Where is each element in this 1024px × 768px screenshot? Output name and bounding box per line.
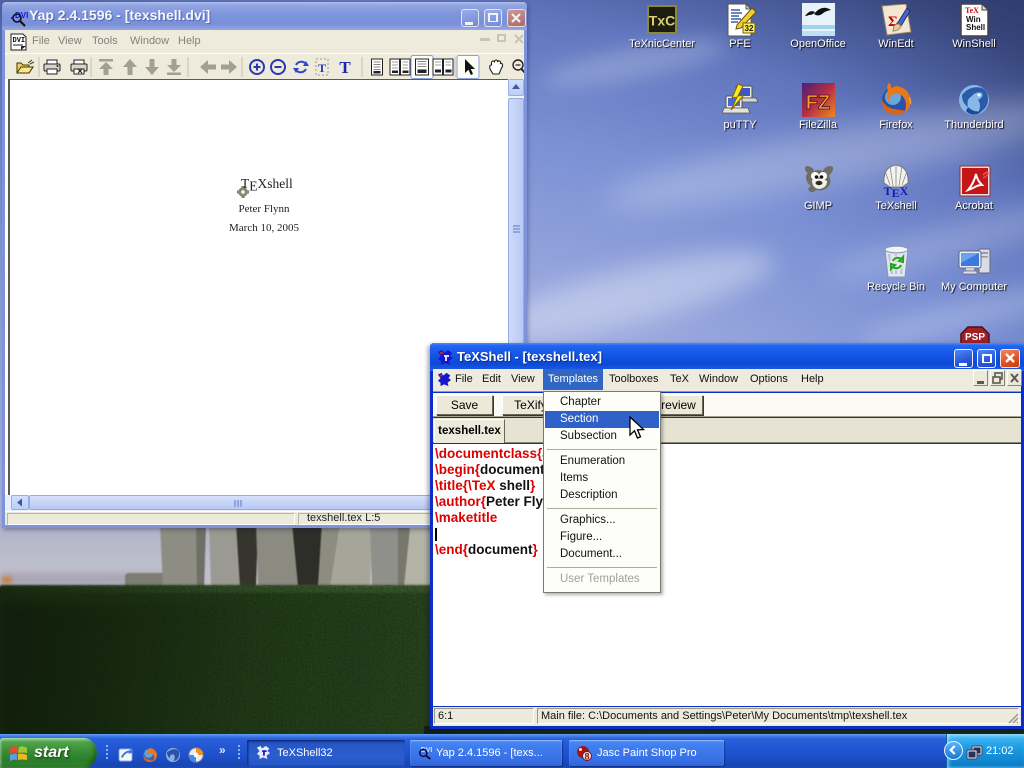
svg-text:32: 32 [745, 24, 754, 33]
svg-text:FZ: FZ [806, 92, 830, 114]
svg-text:Shell: Shell [966, 23, 985, 32]
svg-text:T: T [318, 61, 326, 75]
svg-text:T: T [339, 58, 351, 77]
svg-text:8: 8 [584, 752, 589, 762]
svg-text:TeX: TeX [965, 6, 979, 15]
svg-text:TEX: TEX [884, 184, 909, 199]
svg-text:DVI: DVI [13, 37, 26, 45]
svg-text:TxC: TxC [649, 13, 675, 29]
svg-text:PSP: PSP [965, 332, 985, 343]
